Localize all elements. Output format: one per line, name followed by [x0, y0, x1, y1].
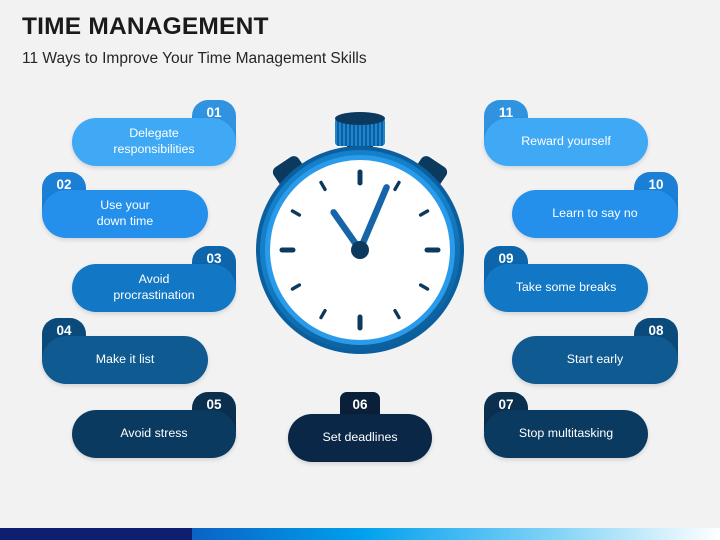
clock-center-pivot: [351, 241, 369, 259]
stopwatch-dial: [270, 160, 450, 340]
step-pill-11[interactable]: Reward yourself: [484, 118, 648, 166]
step-pill-08[interactable]: Start early: [512, 336, 678, 384]
bottom-bar-gradient-segment: [192, 528, 720, 540]
clock-face-svg: [279, 169, 441, 331]
step-label-09: Take some breaks: [515, 280, 617, 295]
step-pill-01[interactable]: Delegate responsibilities: [72, 118, 236, 166]
step-pill-04[interactable]: Make it list: [42, 336, 208, 384]
step-label-06: Set deadlines: [322, 430, 398, 445]
clock-tick: [319, 180, 327, 192]
step-label-08: Start early: [566, 352, 624, 367]
page-subtitle: 11 Ways to Improve Your Time Management …: [22, 49, 367, 67]
step-label-11: Reward yourself: [521, 134, 611, 149]
step-pill-10[interactable]: Learn to say no: [512, 190, 678, 238]
step-label-05: Avoid stress: [120, 426, 188, 441]
clock-tick: [393, 308, 401, 320]
header: TIME MANAGEMENT 11 Ways to Improve Your …: [22, 13, 682, 67]
step-pill-07[interactable]: Stop multitasking: [484, 410, 648, 458]
step-label-03: Avoid procrastination: [113, 272, 195, 302]
step-pill-09[interactable]: Take some breaks: [484, 264, 648, 312]
clock-tick: [290, 283, 302, 291]
step-label-01: Delegate responsibilities: [113, 126, 195, 156]
step-label-07: Stop multitasking: [518, 426, 614, 441]
clock-minute-hand: [356, 184, 390, 254]
page-title: TIME MANAGEMENT: [22, 13, 269, 40]
clock-tick: [319, 308, 327, 320]
clock-tick: [418, 209, 430, 217]
step-pill-02[interactable]: Use your down time: [42, 190, 208, 238]
slide-canvas: TIME MANAGEMENT 11 Ways to Improve Your …: [0, 0, 720, 540]
clock-tick: [393, 180, 401, 192]
step-pill-05[interactable]: Avoid stress: [72, 410, 236, 458]
step-label-04: Make it list: [95, 352, 155, 367]
clock-tick: [418, 283, 430, 291]
clock-tick: [290, 209, 302, 217]
step-pill-06[interactable]: Set deadlines: [288, 414, 432, 462]
step-pill-03[interactable]: Avoid procrastination: [72, 264, 236, 312]
step-label-10: Learn to say no: [552, 206, 638, 221]
step-label-02: Use your down time: [96, 198, 154, 228]
step-number-06: 06: [352, 397, 368, 412]
stopwatch-illustration: [246, 108, 474, 358]
bottom-bar-navy-segment: [0, 528, 192, 540]
bottom-accent-bar: [0, 528, 720, 540]
stopwatch-crown-top: [335, 112, 385, 125]
